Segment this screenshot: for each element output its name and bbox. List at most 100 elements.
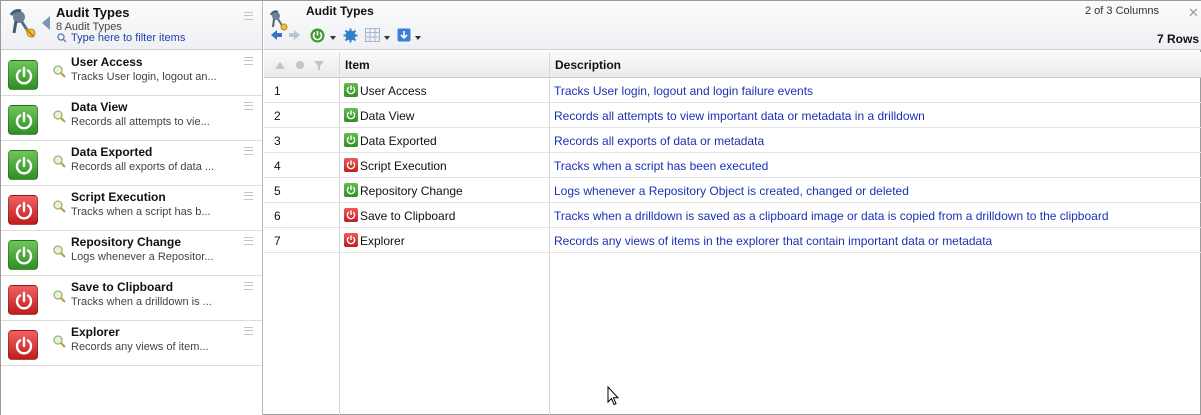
list-item-title: User Access [71,55,143,69]
power-on-icon [344,133,358,147]
row-item-name: Data View [360,109,415,123]
audit-type-list: User Access Tracks User login, logout an… [1,51,262,366]
row-description[interactable]: Logs whenever a Repository Object is cre… [554,184,909,198]
app-window: Audit Types 8 Audit Types Type here to f… [0,0,1201,415]
row-item-name: User Access [360,84,427,98]
chevron-down-icon[interactable] [415,36,421,40]
row-description[interactable]: Tracks when a drilldown is saved as a cl… [554,209,1109,223]
chevron-down-icon[interactable] [384,36,390,40]
list-item[interactable]: User Access Tracks User login, logout an… [1,51,262,96]
table-row[interactable]: 7 Explorer Records any views of items in… [264,228,1201,253]
list-item-title: Repository Change [71,235,182,249]
chevron-down-icon[interactable] [330,36,336,40]
row-description[interactable]: Tracks when a script has been executed [554,159,768,173]
power-off-icon [344,208,358,222]
table-row[interactable]: 4 Script Execution Tracks when a script … [264,153,1201,178]
list-item[interactable]: Explorer Records any views of item... [1,321,262,366]
explorer-logo-icon [9,9,36,38]
sidebar-header: Audit Types 8 Audit Types Type here to f… [1,1,262,50]
row-number: 1 [274,84,281,98]
list-item[interactable]: Repository Change Logs whenever a Reposi… [1,231,262,276]
list-item-title: Data View [71,100,128,114]
filter-input[interactable]: Type here to filter items [57,32,185,48]
gear-icon[interactable] [343,28,358,46]
row-description[interactable]: Records all attempts to view important d… [554,109,925,123]
page-title: Audit Types [306,4,374,18]
close-icon[interactable]: ✕ [1188,5,1199,21]
row-number: 6 [274,209,281,223]
list-item-title: Data Exported [71,145,153,159]
power-on-icon [344,108,358,122]
menu-grip-icon[interactable] [244,282,253,290]
row-description[interactable]: Records all exports of data or metadata [554,134,764,148]
table-row[interactable]: 1 User Access Tracks User login, logout … [264,78,1201,103]
menu-grip-icon[interactable] [244,192,253,200]
menu-grip-icon[interactable] [244,327,253,335]
list-item-desc: Logs whenever a Repositor... [71,251,214,263]
list-item-desc: Tracks User login, logout an... [71,71,217,83]
row-description[interactable]: Tracks User login, logout and login fail… [554,84,813,98]
power-off-icon [344,233,358,247]
search-icon [53,335,66,348]
list-item-title: Script Execution [71,190,166,204]
list-item-desc: Records any views of item... [71,341,209,353]
column-count: 2 of 3 Columns [1085,5,1159,17]
search-icon [53,65,66,78]
power-off-icon[interactable] [8,330,38,360]
menu-grip-icon[interactable] [244,102,253,110]
table-row[interactable]: 3 Data Exported Records all exports of d… [264,128,1201,153]
grid-icon[interactable] [365,28,380,46]
table-header-bar: Audit Types 2 of 3 Columns ✕ 7 Rows [264,1,1201,50]
rows-count: 7 Rows [1157,32,1200,46]
mouse-pointer-icon [607,386,619,406]
table-row[interactable]: 6 Save to Clipboard Tracks when a drilld… [264,203,1201,228]
list-item-desc: Records all exports of data ... [71,161,215,173]
row-number: 4 [274,159,281,173]
search-icon [53,245,66,258]
column-header-item[interactable]: Item [345,58,370,72]
menu-grip-icon[interactable] [244,237,253,245]
search-icon [57,33,67,43]
row-item-name: Explorer [360,234,405,248]
list-item[interactable]: Script Execution Tracks when a script ha… [1,186,262,231]
power-off-icon[interactable] [8,285,38,315]
list-item-title: Save to Clipboard [71,280,174,294]
sidebar-title: Audit Types [56,5,130,20]
power-on-icon[interactable] [8,240,38,270]
sort-filter-icons[interactable] [274,58,332,72]
list-item-title: Explorer [71,325,120,339]
table-row[interactable]: 5 Repository Change Logs whenever a Repo… [264,178,1201,203]
table-row[interactable]: 2 Data View Records all attempts to view… [264,103,1201,128]
list-item[interactable]: Data View Records all attempts to vie... [1,96,262,141]
menu-grip-icon[interactable] [244,147,253,155]
column-header-description[interactable]: Description [555,58,621,72]
row-item-name: Script Execution [360,159,447,173]
power-on-icon [344,183,358,197]
power-on-icon [344,83,358,97]
search-icon [53,155,66,168]
power-on-icon[interactable] [8,60,38,90]
menu-grip-icon[interactable] [244,57,253,65]
power-on-icon[interactable] [8,105,38,135]
menu-grip-icon[interactable] [244,12,253,20]
list-item-desc: Tracks when a script has b... [71,206,211,218]
row-item-name: Repository Change [360,184,463,198]
row-number: 7 [274,234,281,248]
back-arrow-icon[interactable] [42,16,50,30]
search-icon [53,110,66,123]
power-on-icon[interactable] [8,150,38,180]
list-item[interactable]: Save to Clipboard Tracks when a drilldow… [1,276,262,321]
power-off-icon[interactable] [8,195,38,225]
power-icon[interactable] [310,28,325,46]
audit-types-sidebar: Audit Types 8 Audit Types Type here to f… [1,1,263,415]
forward-arrow-icon[interactable] [288,28,302,46]
list-item-desc: Tracks when a drilldown is ... [71,296,212,308]
filter-placeholder: Type here to filter items [71,32,186,44]
list-item[interactable]: Data Exported Records all exports of dat… [1,141,262,186]
search-icon [53,200,66,213]
back-arrow-icon[interactable] [269,28,283,46]
row-number: 3 [274,134,281,148]
row-description[interactable]: Records any views of items in the explor… [554,234,992,248]
export-icon[interactable] [397,28,411,46]
search-icon [53,290,66,303]
